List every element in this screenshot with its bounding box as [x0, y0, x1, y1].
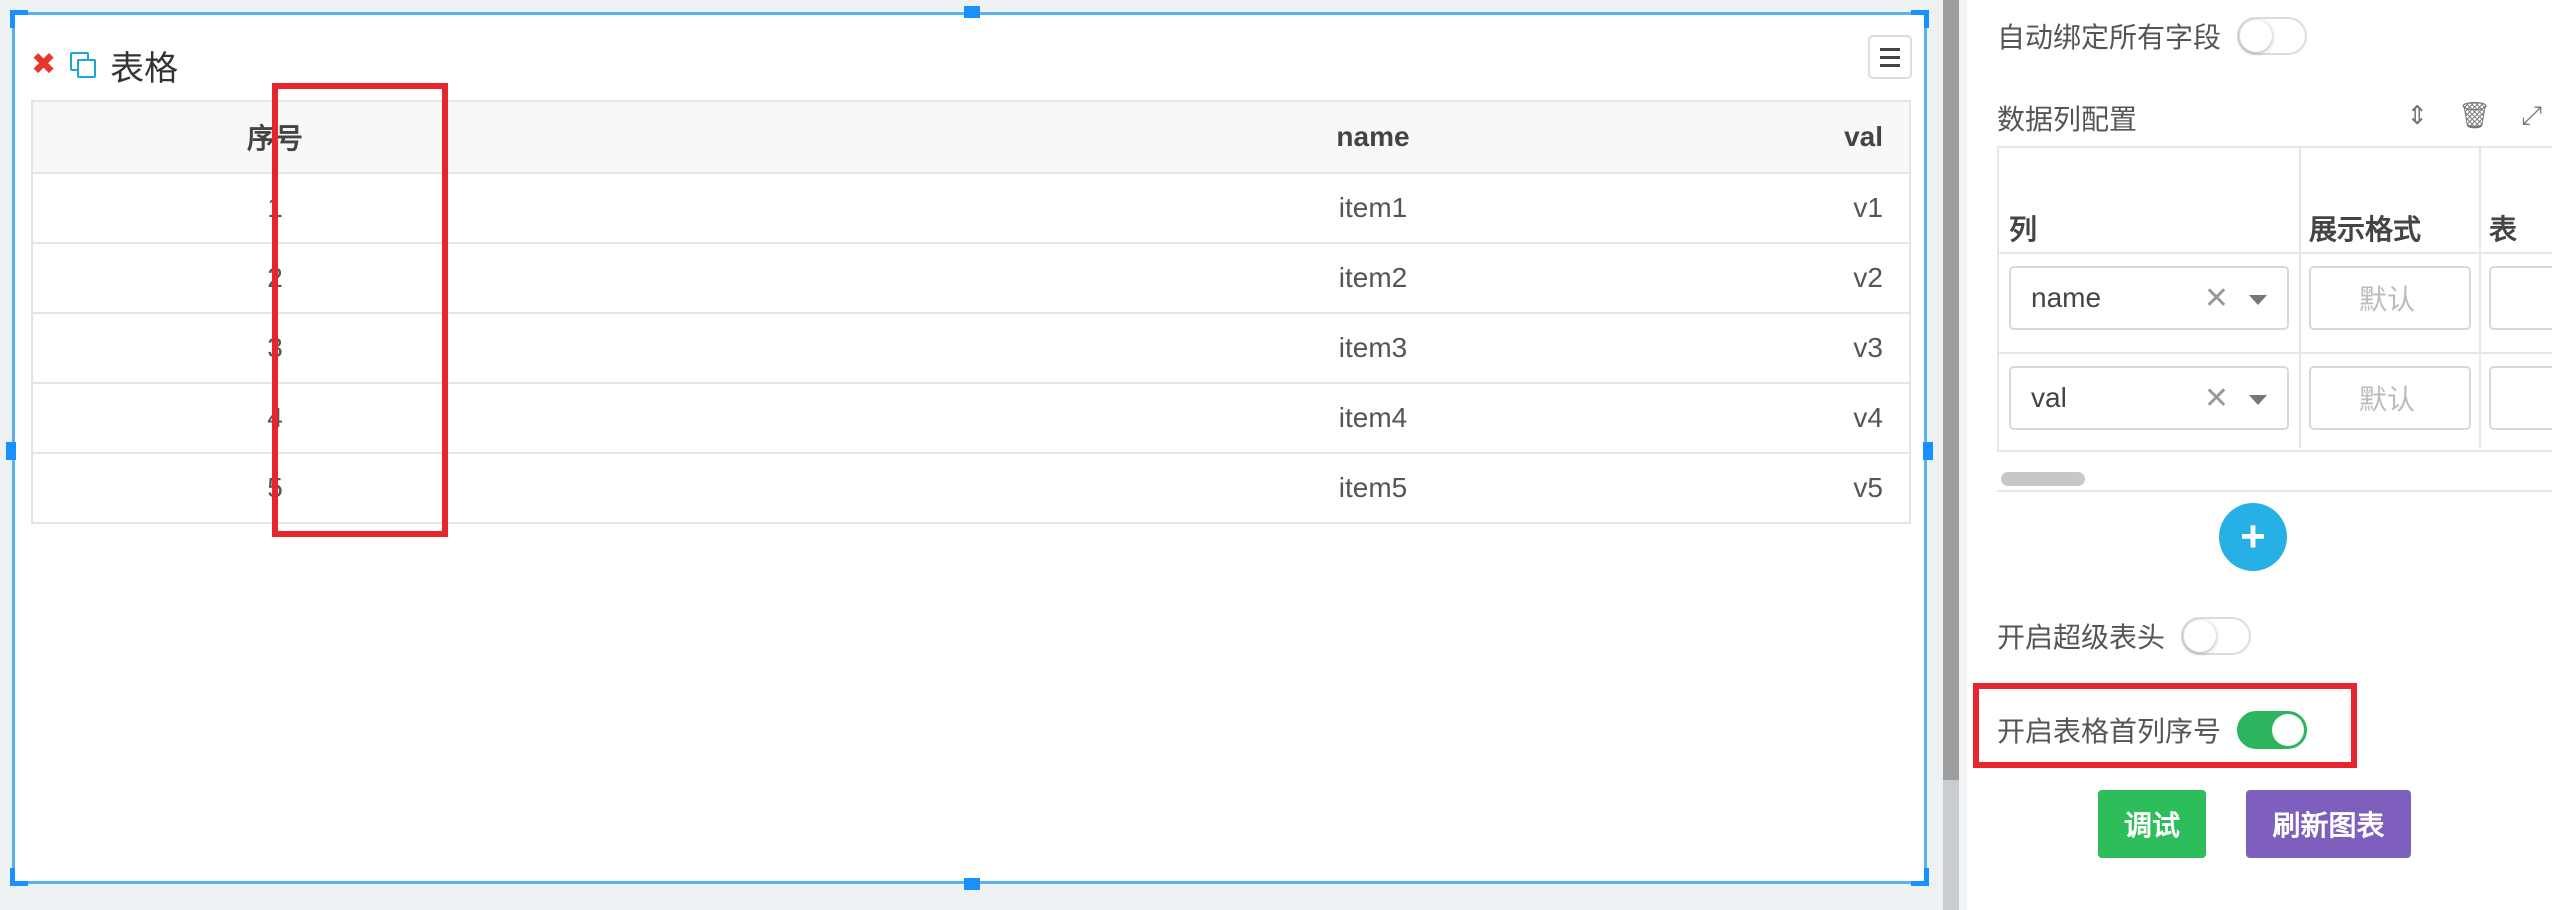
index-column-highlight: [272, 83, 448, 537]
panel-splitter[interactable]: [1943, 0, 1959, 780]
resize-handle-left[interactable]: [6, 442, 16, 460]
column-select-val[interactable]: val ✕: [2009, 366, 2289, 430]
design-canvas: ✖ 表格 序号 name val 1 item1 v1 2 item2 v2 3 item3 v…: [0, 0, 1943, 910]
format-input-name[interactable]: 默认: [2309, 266, 2471, 330]
expand-icon[interactable]: ⤢: [2521, 100, 2542, 132]
close-icon[interactable]: ✖: [31, 50, 56, 80]
extra-input-name[interactable]: [2489, 266, 2552, 330]
columns-config-row: 数据列配置: [1997, 98, 2137, 138]
config-panel: 自动绑定所有字段 数据列配置 ⇕ 🗑 ⤢ 列 展示格式 表 name ✕ 默认 …: [1967, 0, 2552, 910]
copy-icon[interactable]: [70, 52, 97, 78]
super-header-label: 开启超级表头: [1997, 622, 2166, 653]
grid-horizontal-scrollbar[interactable]: [2001, 472, 2085, 486]
column-select-name[interactable]: name ✕: [2009, 266, 2289, 330]
resize-handle-top[interactable]: [964, 6, 980, 18]
auto-bind-label: 自动绑定所有字段: [1997, 22, 2222, 53]
resize-corner-bl[interactable]: [10, 868, 28, 886]
grid-header-column: 列: [2009, 214, 2038, 245]
grid-header-more: 表: [2489, 214, 2518, 245]
super-header-toggle[interactable]: [2181, 617, 2252, 655]
resize-corner-tr[interactable]: [1911, 10, 1929, 28]
cell-name: item2: [1338, 262, 1408, 293]
resize-corner-br[interactable]: [1911, 868, 1929, 886]
auto-bind-row: 自动绑定所有字段: [1997, 16, 2308, 56]
cell-name: item5: [1338, 472, 1408, 503]
cell-name: item4: [1338, 402, 1408, 433]
debug-button[interactable]: 调试: [2098, 790, 2206, 858]
chevron-down-icon: [2249, 395, 2267, 405]
grid-header-format: 展示格式: [2309, 214, 2422, 245]
resize-corner-tl[interactable]: [10, 10, 28, 28]
resize-handle-right[interactable]: [1923, 442, 1933, 460]
widget-title: 表格: [110, 49, 179, 88]
clear-icon[interactable]: ✕: [2204, 281, 2229, 316]
format-input-val[interactable]: 默认: [2309, 366, 2471, 430]
index-toggle-highlight: [1973, 683, 2357, 768]
chevron-down-icon: [2249, 295, 2267, 305]
cell-val: v3: [1763, 312, 1910, 383]
super-header-row: 开启超级表头: [1997, 616, 2252, 656]
splitter-track: [1943, 780, 1959, 910]
cell-name: item1: [1338, 192, 1408, 223]
widget-header: ✖ 表格: [31, 45, 178, 88]
trash-icon[interactable]: 🗑: [2458, 100, 2491, 132]
columns-grid: 列 展示格式 表 name ✕ 默认 val ✕ 默认: [1997, 146, 2552, 452]
header-name: name: [1336, 121, 1410, 152]
resize-handle-bottom[interactable]: [964, 878, 980, 890]
cell-name: item3: [1338, 332, 1408, 363]
columns-config-label: 数据列配置: [1997, 104, 2138, 135]
auto-bind-toggle[interactable]: [2237, 17, 2308, 55]
header-val: val: [1763, 100, 1910, 173]
clear-icon[interactable]: ✕: [2204, 381, 2229, 416]
add-column-button[interactable]: +: [2219, 503, 2287, 571]
cell-val: v4: [1763, 382, 1910, 453]
cell-val: v1: [1763, 172, 1910, 243]
widget-menu-button[interactable]: [1868, 35, 1912, 79]
cell-val: v5: [1763, 452, 1910, 523]
columns-config-tools: ⇕ 🗑 ⤢: [2406, 100, 2542, 132]
sort-icon[interactable]: ⇕: [2406, 100, 2428, 132]
hamburger-icon: [1880, 47, 1900, 51]
refresh-chart-button[interactable]: 刷新图表: [2246, 790, 2411, 858]
extra-input-val[interactable]: [2489, 366, 2552, 430]
cell-val: v2: [1763, 242, 1910, 313]
